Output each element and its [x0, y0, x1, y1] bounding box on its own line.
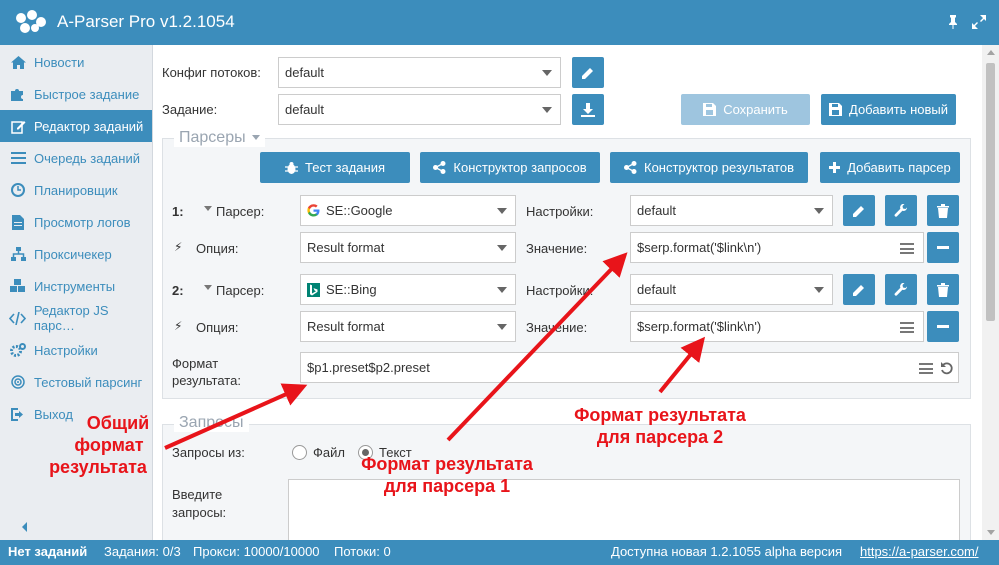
annotation-line: Общий: [86, 413, 150, 433]
annotation-line: формат: [74, 435, 144, 455]
arrow-common-format: [164, 383, 308, 450]
status-threads: Потоки: 0: [334, 544, 391, 559]
status-bar: Нет заданий Задания: 0/3 Прокси: 10000/1…: [0, 540, 999, 565]
annotation-line: результата: [49, 457, 147, 477]
annotation-parser-2-format: Формат результата для парсера 2: [560, 404, 760, 448]
annotation-line: Формат результата: [361, 454, 533, 474]
status-link[interactable]: https://a-parser.com/: [860, 544, 979, 559]
arrow-parser-2-format: [658, 336, 706, 394]
annotation-line: для парсера 1: [383, 476, 511, 496]
status-proxy: Прокси: 10000/10000: [193, 544, 320, 559]
annotation-line: для парсера 2: [596, 427, 724, 447]
status-update: Доступна новая 1.2.1055 alpha версия: [611, 544, 843, 559]
status-tasks: Задания: 0/3: [104, 544, 181, 559]
status-no-tasks: Нет заданий: [8, 544, 88, 559]
annotation-parser-1-format: Формат результата для парсера 1: [347, 453, 547, 497]
annotation-line: Формат результата: [574, 405, 746, 425]
annotation-common-format: Общий формат результата: [38, 412, 158, 478]
